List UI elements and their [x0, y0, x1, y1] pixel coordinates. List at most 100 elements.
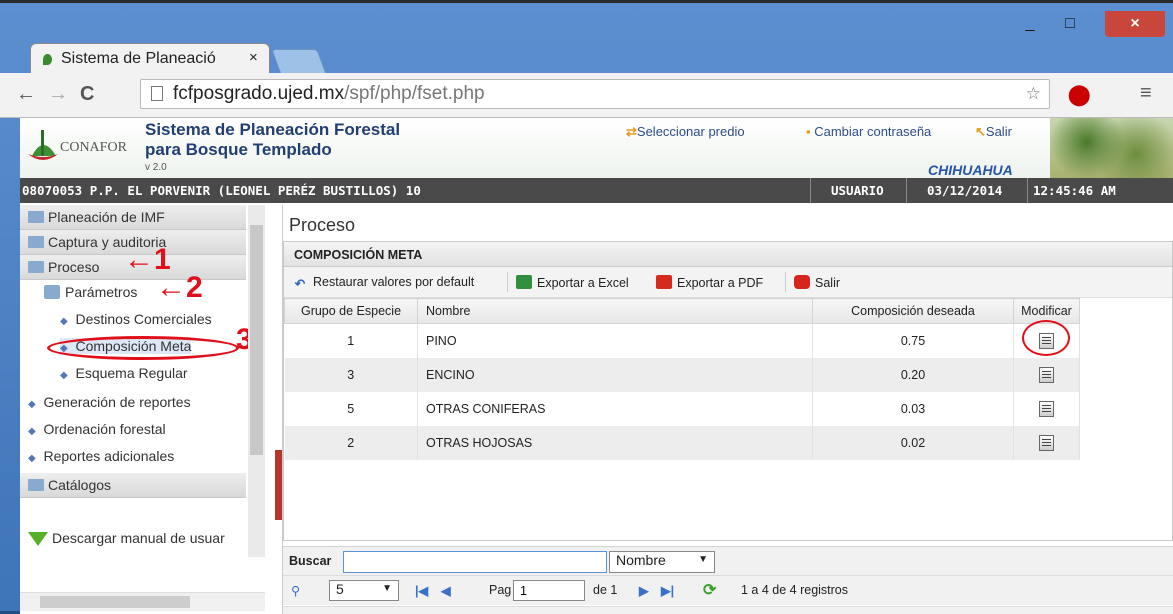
main-horizontal-scrollbar[interactable] [283, 606, 1173, 614]
power-icon [794, 275, 810, 289]
records-label: 1 a 4 de 4 registros [741, 583, 849, 597]
cell-grupo: 3 [284, 358, 418, 392]
forward-arrow-icon[interactable]: → [48, 83, 68, 106]
download-manual-link[interactable]: Descargar manual de usuar [28, 530, 225, 547]
main-content: Proceso COMPOSICIÓN META ↶ Restaurar valo… [283, 205, 1173, 614]
cell-composicion: 0.03 [812, 392, 1014, 426]
sidebar-horizontal-scrollbar[interactable] [20, 592, 265, 611]
maximize-button[interactable]: □ [1052, 11, 1088, 37]
table-row[interactable]: 2 OTRAS HOJOSAS 0.02 [284, 426, 1080, 460]
browser-tab[interactable]: Sistema de Planeació × [30, 43, 270, 73]
edit-icon[interactable] [1039, 367, 1054, 383]
export-excel-button[interactable]: Exportar a Excel [516, 275, 629, 290]
cell-nombre: OTRAS CONIFERAS [417, 392, 813, 426]
exit-link[interactable]: ↖Salir [975, 124, 1012, 140]
annotation-ellipse [47, 336, 239, 360]
cell-grupo: 5 [284, 392, 418, 426]
panel-toolbar: ↶ Restaurar valores por default Exportar … [284, 267, 1172, 298]
select-predio-link[interactable]: ⇄Seleccionar predio [626, 124, 745, 140]
first-page-icon[interactable]: |◀ [415, 583, 428, 598]
system-title-line1: Sistema de Planeación Forestal [145, 120, 401, 139]
undo-icon: ↶ [294, 277, 306, 291]
menu-icon[interactable]: ≡ [1140, 82, 1152, 105]
swap-icon: ⇄ [626, 124, 637, 139]
reload-icon[interactable]: C [80, 83, 94, 106]
search-field-select[interactable]: Nombre ▼ [609, 551, 715, 573]
page-icon [151, 86, 163, 101]
table-row[interactable]: 5 OTRAS CONIFERAS 0.03 [284, 392, 1080, 426]
address-bar[interactable]: fcfposgrado.ujed.mx/spf/php/fset.php ☆ [140, 79, 1050, 109]
browser-toolbar: ← → C fcfposgrado.ujed.mx/spf/php/fset.p… [0, 73, 1173, 118]
folder-icon [28, 236, 44, 248]
tree-item-reportes[interactable]: ◆ Reportes adicionales [28, 448, 174, 464]
sidebar-item-catalogos[interactable]: Catálogos [20, 473, 246, 498]
search-input[interactable] [343, 551, 607, 573]
tree-item-ordenacion[interactable]: ◆ Ordenación forestal [28, 421, 166, 437]
column-header-composicion[interactable]: Composición deseada [812, 298, 1014, 324]
page-number-input[interactable] [513, 580, 585, 601]
close-window-button[interactable]: × [1105, 11, 1165, 37]
star-icon[interactable]: ☆ [1026, 84, 1041, 104]
tree-item-parametros[interactable]: Parámetros [44, 284, 137, 300]
conafor-logo: CONAFOR [26, 126, 138, 174]
predio-label: 08070053 P.P. EL PORVENIR (LEONEL PERÉZ … [22, 183, 421, 198]
stop-extension-icon[interactable]: ⬤ [1068, 82, 1090, 107]
change-password-link[interactable]: ▪ Cambiar contraseña [806, 124, 931, 139]
grid-footer: Buscar Nombre▼ ⚲ 5▼ |◀ ◀ Pag de 1 ▶ ▶| ⟳… [283, 546, 1173, 605]
pdf-icon [656, 275, 672, 289]
pager-row: ⚲ 5▼ |◀ ◀ Pag de 1 ▶ ▶| ⟳ 1 a 4 de 4 reg… [283, 575, 1173, 606]
edit-icon[interactable] [1039, 435, 1054, 451]
date-label: 03/12/2014 [927, 183, 1003, 198]
refresh-icon[interactable]: ⟳ [703, 580, 716, 600]
table-row[interactable]: 3 ENCINO 0.20 [284, 358, 1080, 392]
conafor-logo-text: CONAFOR [60, 140, 127, 155]
folder-icon [28, 211, 44, 223]
page-size-select[interactable]: 5 ▼ [329, 580, 399, 601]
cell-composicion: 0.75 [812, 323, 1014, 358]
excel-icon [516, 275, 532, 289]
edit-icon[interactable] [1039, 401, 1054, 417]
lock-icon: ▪ [806, 124, 815, 139]
open-folder-icon [28, 261, 44, 273]
table-row[interactable]: 1 PINO 0.75 [284, 323, 1080, 358]
column-header-nombre[interactable]: Nombre [417, 298, 813, 324]
state-label: CHIHUAHUA [928, 162, 1013, 178]
next-page-icon[interactable]: ▶ [639, 583, 649, 598]
magnifier-icon[interactable]: ⚲ [291, 583, 300, 598]
exit-button[interactable]: Salir [794, 275, 840, 290]
tab-close-icon[interactable]: × [249, 49, 258, 66]
tree-item-generacion[interactable]: ◆ Generación de reportes [28, 394, 191, 410]
tree-item-esquema[interactable]: ◆ Esquema Regular [60, 365, 188, 381]
column-header-grupo[interactable]: Grupo de Especie [284, 298, 418, 324]
system-title-line2: para Bosque Templado [145, 140, 332, 159]
browser-window: _ □ × Sistema de Planeació × ← → C fcfpo… [0, 0, 1173, 614]
page-count-label: de 1 [593, 583, 618, 597]
prev-page-icon[interactable]: ◀ [441, 583, 451, 598]
version-label: v 2.0 [145, 162, 167, 173]
back-arrow-icon[interactable]: ← [16, 83, 36, 106]
user-label: USUARIO [831, 183, 884, 198]
new-tab-button[interactable] [271, 49, 327, 75]
tree-item-destinos[interactable]: ◆ Destinos Comerciales [60, 311, 212, 327]
sidebar-vertical-scrollbar[interactable] [248, 205, 265, 557]
conafor-tree-icon [28, 130, 58, 160]
panel-header: COMPOSICIÓN META [284, 242, 1172, 267]
tab-title: Sistema de Planeació [61, 50, 216, 67]
last-page-icon[interactable]: ▶| [661, 583, 674, 598]
sidebar: Planeación de IMF Captura y auditoria Pr… [20, 205, 283, 614]
annotation-ellipse-edit [1022, 320, 1070, 356]
url-text: fcfposgrado.ujed.mx/spf/php/fset.php [173, 83, 485, 104]
composition-table: Grupo de Especie Nombre Composición dese… [284, 298, 1080, 460]
page-title: Proceso [289, 215, 356, 235]
annotation-arrow-2: ←2 [156, 271, 203, 304]
pag-label: Pag [489, 583, 512, 597]
composition-panel: COMPOSICIÓN META ↶ Restaurar valores por … [283, 241, 1173, 541]
export-pdf-button[interactable]: Exportar a PDF [656, 275, 763, 290]
arrow-icon: ↖ [975, 124, 986, 139]
splitter-handle[interactable] [275, 450, 282, 520]
sidebar-item-planeacion[interactable]: Planeación de IMF [20, 205, 246, 230]
restore-defaults-button[interactable]: ↶ Restaurar valores por default [292, 275, 474, 291]
cell-grupo: 2 [284, 426, 418, 460]
minimize-button[interactable]: _ [1012, 11, 1048, 37]
download-arrow-icon [28, 532, 48, 547]
